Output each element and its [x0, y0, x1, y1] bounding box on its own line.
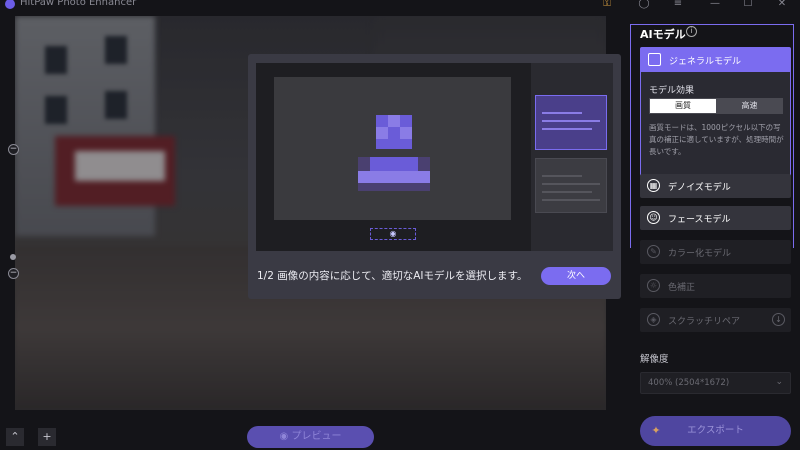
pixel-block	[388, 127, 400, 139]
tutorial-step-text: 1/2 画像の内容に応じて、適切なAIモデルを選択します。	[257, 270, 528, 282]
illustration-sidebar	[531, 63, 613, 251]
color-correct-label: 色補正	[668, 283, 696, 293]
zoom-out-icon[interactable]: −	[8, 144, 19, 155]
resolution-label: 解像度	[640, 354, 669, 365]
scratch-repair-label: スクラッチリペア	[668, 317, 741, 327]
illustration-line	[542, 175, 582, 177]
app-window: HitPaw Photo Enhancer ⚿ ◯ ≡ — ☐ ✕ − − ◉ …	[0, 0, 800, 450]
speed-option[interactable]: 高速	[717, 99, 782, 113]
illustration-line	[542, 120, 600, 122]
colorize-model-label: カラー化モデル	[668, 249, 732, 259]
denoise-model-item[interactable]: ▦ デノイズモデル	[640, 174, 791, 198]
minimize-icon[interactable]: —	[708, 0, 722, 10]
tutorial-illustration: ◉	[256, 63, 613, 251]
general-model-header[interactable]: ジェネラルモデル	[641, 48, 790, 72]
face-model-item[interactable]: ☺ フェースモデル	[640, 206, 791, 230]
illustration-line	[542, 199, 600, 201]
eye-icon: ◉	[370, 228, 416, 240]
scratch-repair-icon: ◈	[647, 313, 660, 326]
preview-label: プレビュー	[291, 431, 342, 442]
pixel-block	[418, 157, 430, 171]
pixel-block	[388, 115, 400, 127]
denoise-model-label: デノイズモデル	[668, 183, 731, 193]
illustration-card	[535, 158, 607, 213]
add-image-button[interactable]: +	[38, 428, 56, 446]
cart-icon[interactable]: ⚿	[600, 0, 614, 10]
illustration-line	[542, 191, 592, 193]
maximize-icon[interactable]: ☐	[741, 0, 755, 10]
title-bar: HitPaw Photo Enhancer ⚿ ◯ ≡ — ☐ ✕	[0, 0, 800, 16]
illustration-line	[542, 128, 592, 130]
settings-panel: AIモデル i ジェネラルモデル モデル効果 画質 高速 画質モードは、1000…	[627, 16, 800, 450]
pixel-block	[376, 115, 388, 127]
quality-option[interactable]: 画質	[650, 99, 716, 113]
export-icon: ✦	[651, 424, 661, 437]
ai-model-title: AIモデル	[640, 28, 686, 41]
general-model-label: ジェネラルモデル	[669, 57, 742, 67]
face-icon: ☺	[647, 211, 660, 224]
close-icon[interactable]: ✕	[775, 0, 789, 10]
model-description: 画質モードは、1000ピクセル以下の写真の補正に適していますが、処理時間が長いで…	[649, 123, 784, 156]
scratch-repair-item[interactable]: ◈ スクラッチリペア ↓	[640, 308, 791, 332]
user-icon[interactable]: ◯	[637, 0, 651, 10]
menu-icon[interactable]: ≡	[671, 0, 685, 10]
zoom-slider-handle[interactable]	[10, 254, 16, 260]
pixel-block	[376, 139, 412, 149]
illustration-card-active	[535, 95, 607, 150]
eye-icon: ◉	[279, 431, 292, 442]
pixel-block	[358, 171, 430, 183]
preview-button[interactable]: ◉ プレビュー	[247, 426, 374, 448]
resolution-select[interactable]: 400% (2504*1672) ⌄	[640, 372, 791, 394]
pixel-block	[400, 127, 412, 139]
illustration-line	[542, 183, 600, 185]
pixel-block	[370, 157, 418, 171]
illustration-line	[542, 112, 582, 114]
general-model-card[interactable]: ジェネラルモデル モデル効果 画質 高速 画質モードは、1000ピクセル以下の写…	[640, 47, 791, 192]
model-effect-toggle[interactable]: 画質 高速	[649, 98, 783, 114]
pixel-block	[358, 183, 430, 191]
info-icon[interactable]: i	[686, 26, 697, 37]
export-button[interactable]: エクスポート ✦	[640, 416, 791, 446]
color-correct-item[interactable]: ☼ 色補正	[640, 274, 791, 298]
color-correct-icon: ☼	[647, 279, 660, 292]
image-icon	[648, 53, 661, 66]
illustration-canvas	[274, 77, 511, 220]
pixel-block	[400, 115, 412, 127]
denoise-icon: ▦	[647, 179, 660, 192]
colorize-icon: ✎	[647, 245, 660, 258]
download-icon[interactable]: ↓	[772, 313, 785, 326]
collapse-button[interactable]: ⌃	[6, 428, 24, 446]
app-title: HitPaw Photo Enhancer	[20, 0, 137, 8]
pixel-block	[358, 157, 370, 171]
chevron-down-icon: ⌄	[775, 377, 783, 387]
resolution-value: 400% (2504*1672)	[648, 378, 730, 388]
zoom-in-icon[interactable]: −	[8, 268, 19, 279]
model-effect-label: モデル効果	[649, 86, 695, 96]
colorize-model-item[interactable]: ✎ カラー化モデル	[640, 240, 791, 264]
face-model-label: フェースモデル	[668, 215, 731, 225]
next-button[interactable]: 次へ	[541, 267, 611, 285]
tutorial-dialog: ◉ 1/2 画像の内容に応じて、適切なAIモデルを選択します。 次へ	[248, 54, 621, 299]
app-logo-icon	[5, 0, 15, 9]
pixel-block	[376, 127, 388, 139]
